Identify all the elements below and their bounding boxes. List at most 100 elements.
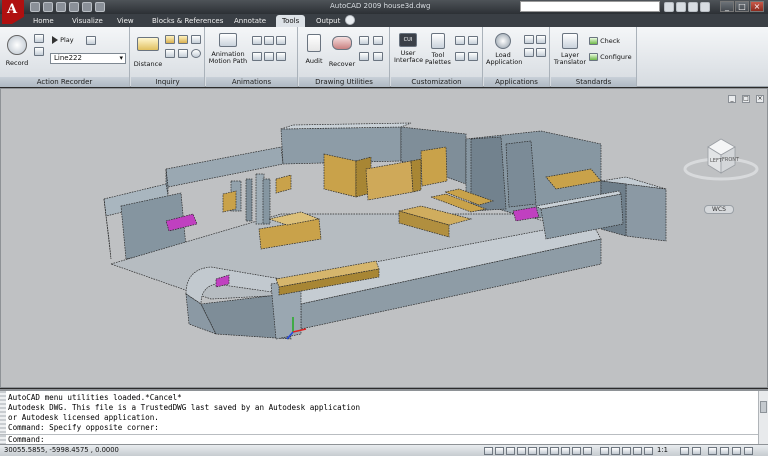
request-input-icon[interactable] bbox=[34, 47, 44, 56]
scrollbar-thumb[interactable] bbox=[760, 401, 767, 413]
recover-button[interactable]: Recover bbox=[327, 36, 357, 68]
lock-icon[interactable] bbox=[720, 447, 729, 455]
tab-tools[interactable]: Tools bbox=[276, 15, 306, 27]
record-button[interactable]: Record bbox=[4, 35, 30, 67]
steeringwheel-icon[interactable] bbox=[644, 447, 653, 455]
object-snap-icon[interactable] bbox=[528, 447, 537, 455]
distance-button[interactable]: Distance bbox=[133, 37, 163, 68]
wcs-menu[interactable]: WCS bbox=[704, 205, 734, 214]
time-icon[interactable] bbox=[191, 49, 201, 58]
record-icon bbox=[7, 35, 27, 55]
user-interface-button[interactable]: CUI User Interface bbox=[394, 33, 423, 64]
zoom-icon[interactable] bbox=[633, 447, 642, 455]
cui-icon: CUI bbox=[399, 33, 417, 47]
redo-icon[interactable] bbox=[95, 2, 105, 12]
recover-icon bbox=[332, 36, 352, 50]
anim-pause-icon[interactable] bbox=[264, 36, 274, 45]
plot-icon[interactable] bbox=[69, 2, 79, 12]
coordinate-readout[interactable]: 30055.5855, -5998.4575 , 0.0000 bbox=[4, 446, 119, 454]
drawing-viewport[interactable]: _ □ × LEFT FRONT WCS bbox=[0, 88, 768, 388]
window-title: AutoCAD 2009 house3d.dwg bbox=[330, 2, 431, 10]
furniture-small-2 bbox=[275, 174, 292, 194]
list-icon[interactable] bbox=[191, 35, 201, 44]
anim-play-icon[interactable] bbox=[252, 36, 262, 45]
search-icon[interactable] bbox=[664, 2, 674, 12]
dynamic-input-icon[interactable] bbox=[561, 447, 570, 455]
lineweight-icon[interactable] bbox=[572, 447, 581, 455]
model-space-icon[interactable] bbox=[600, 447, 609, 455]
visual-lisp-icon[interactable] bbox=[536, 35, 546, 44]
tab-blocks-references[interactable]: Blocks & References bbox=[146, 15, 229, 27]
record-label: Record bbox=[5, 59, 29, 67]
edit-aliases-icon[interactable] bbox=[468, 36, 478, 45]
save-icon[interactable] bbox=[56, 2, 66, 12]
tab-home[interactable]: Home bbox=[27, 15, 60, 27]
favorites-star-icon[interactable] bbox=[688, 2, 698, 12]
communication-center-icon[interactable] bbox=[676, 2, 686, 12]
tab-view[interactable]: View bbox=[111, 15, 140, 27]
play-button[interactable]: Play bbox=[52, 36, 74, 44]
tool-palettes-button[interactable]: Tool Palettes bbox=[424, 33, 452, 66]
command-scrollbar[interactable] bbox=[758, 391, 768, 444]
area-icon[interactable] bbox=[165, 35, 175, 44]
open-icon[interactable] bbox=[43, 2, 53, 12]
purge-icon[interactable] bbox=[359, 36, 369, 45]
id-point-icon[interactable] bbox=[165, 49, 175, 58]
autoscale-icon[interactable] bbox=[692, 447, 701, 455]
export-customizations-icon[interactable] bbox=[455, 52, 465, 61]
tab-annotate[interactable]: Annotate bbox=[228, 15, 272, 27]
preference-icon[interactable] bbox=[86, 36, 96, 45]
dynamic-ucs-icon[interactable] bbox=[550, 447, 559, 455]
infocenter-search-input[interactable] bbox=[520, 1, 660, 12]
drawing-props-icon[interactable] bbox=[359, 52, 369, 61]
walk-settings-icon[interactable] bbox=[276, 52, 286, 61]
help-icon[interactable] bbox=[700, 2, 710, 12]
object-snap-tracking-icon[interactable] bbox=[539, 447, 548, 455]
check-button[interactable]: Check bbox=[589, 37, 620, 45]
workspace-switching-icon[interactable] bbox=[708, 447, 717, 455]
annotation-visibility-icon[interactable] bbox=[680, 447, 689, 455]
panel-title-drawing-utilities: Drawing Utilities bbox=[299, 77, 389, 87]
clean-screen-icon[interactable] bbox=[744, 447, 753, 455]
tablet-icon[interactable] bbox=[468, 52, 478, 61]
restore-button[interactable]: □ bbox=[735, 1, 749, 12]
tab-output[interactable]: Output bbox=[310, 15, 346, 27]
walk-icon[interactable] bbox=[252, 52, 262, 61]
animation-motion-path-button[interactable]: Animation Motion Path bbox=[208, 33, 248, 65]
audit-button[interactable]: Audit bbox=[302, 34, 326, 65]
run-script-icon[interactable] bbox=[524, 35, 534, 44]
history-line: Command: Specify opposite corner: bbox=[8, 423, 159, 432]
region-mass-icon[interactable] bbox=[178, 35, 188, 44]
viewcube-front-label: FRONT bbox=[722, 157, 740, 163]
layer-translator-label: Layer Translator bbox=[553, 51, 587, 66]
quick-properties-icon[interactable] bbox=[583, 447, 592, 455]
fly-icon[interactable] bbox=[264, 52, 274, 61]
grid-mode-icon[interactable] bbox=[495, 447, 504, 455]
vba-manager-icon[interactable] bbox=[524, 48, 534, 57]
load-application-button[interactable]: Load Application bbox=[486, 33, 522, 66]
locate-icon[interactable] bbox=[178, 49, 188, 58]
minimize-ribbon-icon[interactable] bbox=[345, 15, 355, 25]
macro-select[interactable]: Line222 ▾ bbox=[50, 53, 126, 64]
polar-tracking-icon[interactable] bbox=[517, 447, 526, 455]
layout-icon[interactable] bbox=[611, 447, 620, 455]
pan-icon[interactable] bbox=[622, 447, 631, 455]
minimize-button[interactable]: _ bbox=[720, 1, 734, 12]
anim-record-icon[interactable] bbox=[276, 36, 286, 45]
layer-walk-icon[interactable] bbox=[373, 52, 383, 61]
snap-mode-icon[interactable] bbox=[484, 447, 493, 455]
vba-run-icon[interactable] bbox=[536, 48, 546, 57]
ortho-mode-icon[interactable] bbox=[506, 447, 515, 455]
qnew-icon[interactable] bbox=[30, 2, 40, 12]
configure-button[interactable]: Configure bbox=[589, 53, 632, 61]
import-customizations-icon[interactable] bbox=[455, 36, 465, 45]
insert-message-icon[interactable] bbox=[34, 34, 44, 43]
layer-translator-button[interactable]: Layer Translator bbox=[553, 33, 587, 66]
tab-visualize[interactable]: Visualize bbox=[66, 15, 109, 27]
viewcube[interactable]: LEFT FRONT bbox=[681, 129, 761, 189]
annotation-scale[interactable]: 1:1 bbox=[657, 446, 668, 454]
undo-icon[interactable] bbox=[82, 2, 92, 12]
units-icon[interactable] bbox=[373, 36, 383, 45]
status-bar-menu-icon[interactable] bbox=[732, 447, 741, 455]
close-button[interactable]: × bbox=[750, 1, 764, 12]
